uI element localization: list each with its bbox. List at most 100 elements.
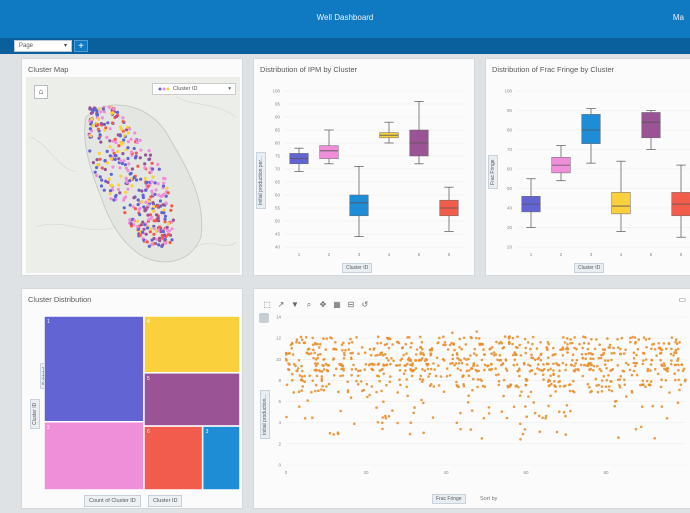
scatter-point[interactable] (586, 382, 590, 386)
scatter-point[interactable] (512, 405, 516, 409)
map-point[interactable] (103, 159, 107, 163)
scatter-point[interactable] (473, 347, 476, 351)
scatter-point[interactable] (554, 390, 557, 393)
scatter-point[interactable] (497, 373, 500, 376)
map-point[interactable] (126, 169, 130, 173)
map-point[interactable] (158, 236, 162, 240)
scatter-point[interactable] (645, 379, 649, 383)
scatter-point[interactable] (420, 357, 424, 360)
scatter-point[interactable] (481, 342, 484, 346)
scatter-point[interactable] (677, 363, 680, 367)
scatter-point[interactable] (560, 348, 563, 351)
scatter-point[interactable] (673, 363, 677, 367)
scatter-point[interactable] (600, 385, 604, 388)
scatter-point[interactable] (376, 420, 380, 424)
scatter-point[interactable] (306, 399, 309, 402)
scatter-point[interactable] (477, 337, 481, 340)
map-point[interactable] (150, 180, 154, 184)
scatter-point[interactable] (592, 357, 595, 361)
scatter-point[interactable] (326, 363, 330, 367)
scatter-point[interactable] (598, 367, 601, 371)
scatter-point[interactable] (592, 364, 596, 368)
map-point[interactable] (126, 146, 130, 150)
scatter-point[interactable] (661, 364, 664, 368)
scatter-point[interactable] (392, 359, 395, 363)
map-point[interactable] (162, 181, 166, 185)
scatter-point[interactable] (415, 348, 419, 351)
scatter-point[interactable] (562, 385, 566, 388)
scatter-point[interactable] (388, 337, 392, 341)
map-point[interactable] (148, 230, 152, 234)
scatter-point[interactable] (470, 336, 473, 340)
map-point[interactable] (163, 217, 167, 221)
scatter-point[interactable] (511, 336, 515, 340)
scatter-point[interactable] (320, 375, 324, 378)
scatter-point[interactable] (442, 335, 445, 338)
scatter-point[interactable] (467, 374, 471, 377)
scatter-point[interactable] (458, 346, 461, 349)
map-point[interactable] (99, 140, 103, 144)
scatter-point[interactable] (565, 404, 569, 407)
scatter-point[interactable] (446, 348, 450, 351)
scatter-point[interactable] (650, 358, 654, 362)
scatter-point[interactable] (408, 432, 412, 436)
scatter-point[interactable] (598, 343, 601, 346)
scatter-point[interactable] (322, 337, 325, 340)
map-point[interactable] (133, 207, 137, 211)
scatter-point[interactable] (382, 372, 386, 376)
scatter-point[interactable] (641, 362, 645, 366)
scatter-point[interactable] (539, 358, 543, 362)
map-point[interactable] (111, 148, 115, 152)
map-point[interactable] (104, 126, 108, 130)
map-point[interactable] (125, 125, 129, 129)
scatter-point[interactable] (518, 367, 521, 370)
scatter-point[interactable] (607, 385, 611, 388)
scatter-point[interactable] (321, 384, 324, 388)
scatter-point[interactable] (597, 356, 601, 360)
map-point[interactable] (140, 230, 145, 234)
scatter-point[interactable] (634, 364, 637, 368)
scatter-point[interactable] (618, 384, 621, 387)
scatter-point[interactable] (295, 340, 298, 344)
scatter-point[interactable] (587, 342, 590, 345)
map-point[interactable] (150, 242, 154, 247)
scatter-point[interactable] (518, 374, 521, 378)
scatter-point[interactable] (605, 367, 608, 370)
scatter-point[interactable] (436, 341, 439, 345)
scatter-point[interactable] (562, 411, 566, 414)
scatter-point[interactable] (525, 378, 529, 382)
map-point[interactable] (98, 157, 102, 161)
scatter-point[interactable] (557, 374, 560, 378)
map-point[interactable] (136, 219, 140, 223)
map-point[interactable] (156, 228, 161, 232)
scatter-point[interactable] (627, 363, 630, 366)
map-point[interactable] (108, 192, 112, 196)
scatter-point[interactable] (604, 385, 608, 388)
scatter-point[interactable] (674, 378, 677, 382)
scatter-point[interactable] (605, 379, 609, 382)
scatter-point[interactable] (676, 347, 680, 351)
scatter-point[interactable] (495, 340, 498, 344)
map-point[interactable] (107, 105, 111, 109)
scatter-point[interactable] (376, 342, 379, 345)
home-button[interactable]: ⌂ (34, 85, 48, 99)
scatter-point[interactable] (596, 390, 600, 394)
scatter-point[interactable] (396, 340, 400, 344)
scatter-point[interactable] (606, 359, 610, 362)
scatter-point[interactable] (650, 347, 653, 351)
scatter-point[interactable] (459, 369, 462, 372)
scatter-point[interactable] (423, 359, 427, 363)
scatter-point[interactable] (520, 390, 523, 393)
scatter-point[interactable] (677, 368, 680, 372)
scatter-point[interactable] (297, 359, 301, 362)
scatter-point[interactable] (437, 364, 440, 367)
scatter-point[interactable] (613, 351, 616, 355)
map-point[interactable] (161, 203, 165, 207)
scatter-point[interactable] (648, 337, 651, 341)
scatter-point[interactable] (667, 342, 671, 345)
scatter-point[interactable] (363, 368, 366, 371)
map-point[interactable] (140, 200, 144, 204)
map-point[interactable] (139, 148, 143, 152)
scatter-point[interactable] (356, 383, 360, 386)
scatter-point[interactable] (434, 374, 438, 378)
